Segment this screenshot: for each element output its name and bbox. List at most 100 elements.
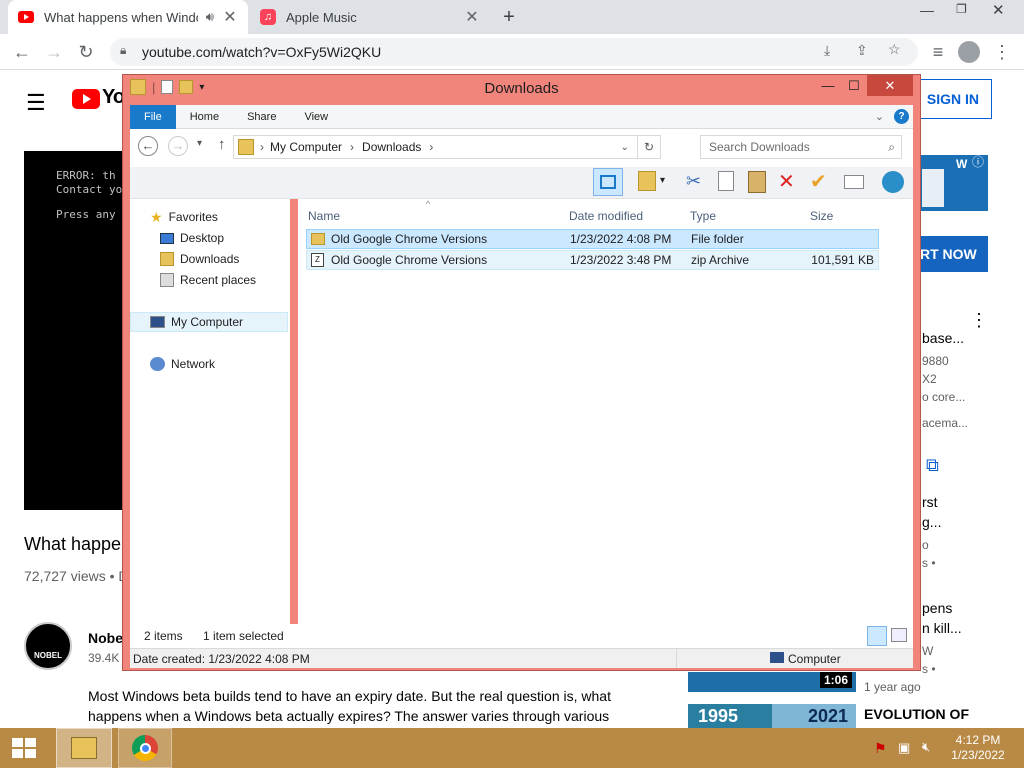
tab-close-icon[interactable]: ✕ (464, 9, 480, 26)
rename-check-icon[interactable]: ✔ (810, 169, 827, 194)
zip-icon: Z (311, 253, 324, 267)
related-video-meta: o core... (922, 390, 966, 404)
breadcrumb-my-computer[interactable]: My Computer (270, 140, 342, 154)
details-bar: Date created: 1/23/2022 4:08 PM Computer (130, 648, 913, 668)
recent-locations-icon[interactable]: ▾ (197, 138, 202, 149)
refresh-icon[interactable]: ↻ (636, 136, 660, 158)
profile-avatar[interactable] (958, 41, 980, 63)
breadcrumb-downloads[interactable]: Downloads (362, 140, 421, 154)
up-icon[interactable]: ↑ (218, 136, 226, 153)
related-video-title[interactable]: rst (922, 494, 938, 510)
related-video-title[interactable]: base... (922, 330, 964, 346)
nav-recent-places[interactable]: Recent places (160, 270, 256, 290)
minimize-icon[interactable]: — (920, 2, 934, 18)
restore-icon[interactable]: ❐ (956, 2, 967, 16)
minimize-icon[interactable]: — (815, 75, 841, 96)
tab-close-icon[interactable]: ✕ (222, 9, 238, 26)
sort-up-icon: ^ (426, 199, 431, 209)
organize-icon[interactable] (638, 171, 656, 191)
youtube-logo[interactable] (72, 89, 100, 109)
cut-icon[interactable]: ✂ (686, 171, 701, 192)
reload-icon[interactable]: ↻ (74, 40, 98, 64)
related-video-age: 1 year ago (864, 680, 921, 694)
help-icon[interactable]: ? (894, 109, 909, 124)
address-dropdown-icon[interactable]: ⌄ (621, 142, 629, 153)
details-separator (676, 649, 762, 668)
start-button[interactable] (0, 728, 48, 768)
nav-favorites[interactable]: ★ Favorites (150, 207, 218, 227)
back-icon[interactable]: ← (10, 40, 34, 64)
tab-apple-music[interactable]: ♫ Apple Music ✕ (250, 0, 490, 34)
speaker-icon[interactable]: 🔊︎ (206, 9, 214, 25)
ad-banner[interactable]: W ⓘ (920, 155, 988, 211)
tab-file[interactable]: File (130, 105, 176, 129)
media-controls-icon[interactable]: ≡ (926, 40, 950, 64)
channel-avatar[interactable]: NOBEL (24, 622, 72, 670)
table-row[interactable]: Old Google Chrome Versions 1/23/2022 4:0… (306, 229, 879, 249)
column-date-modified[interactable]: Date modified (569, 209, 643, 223)
preview-pane-icon[interactable] (593, 168, 623, 196)
file-date: 1/23/2022 3:48 PM (570, 253, 672, 267)
tab-home[interactable]: Home (176, 105, 233, 129)
forward-icon[interactable]: → (168, 136, 188, 156)
related-video-title[interactable]: g... (922, 514, 941, 530)
delete-icon[interactable]: ✕ (778, 169, 795, 194)
column-size[interactable]: Size (810, 209, 833, 223)
related-video-meta: 9880 (922, 354, 949, 368)
system-clock[interactable]: 4:12 PM 1/23/2022 (946, 733, 1010, 763)
search-input[interactable]: Search Downloads ⌕ (700, 135, 902, 159)
hamburger-menu-icon[interactable]: ☰ (26, 90, 46, 116)
table-row[interactable]: Z Old Google Chrome Versions 1/23/2022 3… (306, 250, 879, 270)
nav-my-computer[interactable]: My Computer (130, 312, 288, 332)
back-icon[interactable]: ← (138, 136, 158, 156)
nav-network[interactable]: Network (150, 354, 215, 374)
taskbar-chrome[interactable] (118, 728, 172, 768)
related-video-meta: o (922, 538, 929, 552)
chevron-right-icon: › (260, 140, 264, 154)
organize-dropdown-icon[interactable]: ▾ (660, 175, 665, 186)
expand-ribbon-icon[interactable]: ⌄ (875, 110, 884, 123)
file-list: Name ^ Date modified Type Size Old Googl… (298, 199, 913, 649)
globe-icon[interactable] (882, 171, 904, 193)
nav-desktop[interactable]: Desktop (160, 228, 224, 248)
related-thumbnail[interactable]: 1:06 (688, 672, 856, 692)
copy-icon[interactable] (718, 171, 734, 191)
paste-icon[interactable] (748, 171, 766, 193)
new-tab-icon[interactable]: + (498, 6, 520, 28)
tab-youtube[interactable]: What happens when Windows beta expires 🔊… (8, 0, 248, 34)
properties-icon[interactable] (844, 175, 864, 189)
related-video-title[interactable]: n kill... (922, 620, 962, 636)
close-icon[interactable]: ✕ (867, 75, 913, 96)
large-icons-view-icon[interactable] (891, 628, 907, 642)
share-icon[interactable]: ⇪ (856, 42, 868, 59)
volume-muted-icon[interactable]: 🔇︎ (922, 739, 930, 755)
action-center-flag-icon[interactable]: ⚑ (874, 740, 887, 757)
breadcrumb[interactable]: › My Computer › Downloads › ⌄ ↻ (233, 135, 661, 159)
related-video-title[interactable]: pens (922, 600, 952, 616)
nav-downloads[interactable]: Downloads (160, 249, 239, 269)
tab-share[interactable]: Share (233, 105, 290, 129)
network-tray-icon[interactable]: ▣ (898, 740, 910, 756)
forward-icon[interactable]: → (42, 40, 66, 64)
info-icon[interactable]: ⓘ (972, 153, 984, 170)
column-type[interactable]: Type (690, 209, 716, 223)
download-icon[interactable]: ⤓ (824, 42, 830, 59)
bookmark-star-icon[interactable]: ☆ (888, 41, 901, 58)
external-link-icon[interactable]: ⧉ (926, 455, 939, 476)
start-now-button[interactable]: RT NOW (912, 236, 988, 272)
more-options-icon[interactable]: ⋮ (970, 310, 988, 331)
maximize-icon[interactable]: ☐ (841, 75, 867, 96)
tab-view[interactable]: View (290, 105, 342, 129)
taskbar-explorer[interactable] (56, 728, 112, 768)
menu-kebab-icon[interactable]: ⋮ (990, 40, 1014, 64)
related-video-title[interactable]: EVOLUTION OF (864, 706, 969, 722)
file-date: 1/23/2022 4:08 PM (570, 232, 672, 246)
details-view-icon[interactable] (867, 626, 887, 646)
sign-in-button[interactable]: SIGN IN (911, 79, 992, 119)
address-bar[interactable]: 🔒︎ youtube.com/watch?v=OxFy5Wi2QKU ⤓ ⇪ ☆ (110, 38, 918, 66)
related-thumbnail[interactable]: 1995 2021 (688, 704, 856, 728)
clock-time: 4:12 PM (955, 733, 1001, 747)
tab-title: Apple Music (286, 9, 357, 25)
close-window-icon[interactable]: ✕ (992, 1, 1005, 19)
column-name[interactable]: Name (308, 209, 340, 223)
